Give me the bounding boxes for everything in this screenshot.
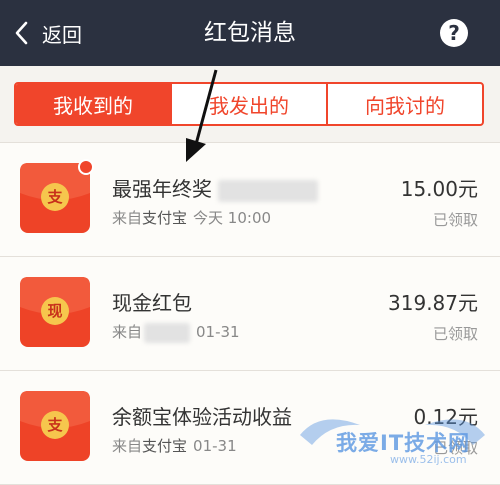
list-item[interactable]: 支 余额宝体验活动收益 来自支付宝 01-31 0.12元 已领取 <box>0 371 500 485</box>
packet-source: 来自支付宝 今天 10:00 <box>112 209 272 227</box>
packet-amount: 319.87元 <box>388 291 478 315</box>
packet-name: 现金红包 <box>112 291 192 315</box>
red-packet-list: 支 最强年终奖 来自支付宝 今天 10:00 15.00元 已领取 现 现金红包 … <box>0 142 500 485</box>
unread-dot <box>78 159 94 175</box>
packet-source: 来自 01-31 <box>112 322 240 343</box>
back-button[interactable]: 返回 <box>14 16 82 50</box>
back-label: 返回 <box>42 22 82 47</box>
tab-requested[interactable]: 向我讨的 <box>326 84 482 124</box>
packet-name: 最强年终奖 <box>112 173 318 202</box>
seal-icon: 支 <box>41 183 69 211</box>
tab-bar: 我收到的 我发出的 向我讨的 <box>14 82 484 126</box>
help-icon[interactable]: ? <box>440 19 468 47</box>
packet-name: 余额宝体验活动收益 <box>112 405 292 429</box>
list-item[interactable]: 现 现金红包 来自 01-31 319.87元 已领取 <box>0 257 500 371</box>
red-envelope-icon: 支 <box>20 391 90 461</box>
packet-status: 已领取 <box>432 439 478 457</box>
tab-received[interactable]: 我收到的 <box>16 84 170 124</box>
packet-status: 已领取 <box>432 325 478 343</box>
chevron-left-icon <box>14 16 38 50</box>
packet-amount: 0.12元 <box>413 405 478 429</box>
packet-status: 已领取 <box>432 211 478 229</box>
seal-icon: 现 <box>41 297 69 325</box>
packet-amount: 15.00元 <box>400 177 478 201</box>
seal-icon: 支 <box>41 411 69 439</box>
red-envelope-icon: 现 <box>20 277 90 347</box>
red-envelope-icon: 支 <box>20 159 94 233</box>
list-item[interactable]: 支 最强年终奖 来自支付宝 今天 10:00 15.00元 已领取 <box>0 142 500 257</box>
app-header: 返回 红包消息 ? <box>0 0 500 66</box>
tab-sent[interactable]: 我发出的 <box>170 84 326 124</box>
packet-source: 来自支付宝 01-31 <box>112 437 237 455</box>
